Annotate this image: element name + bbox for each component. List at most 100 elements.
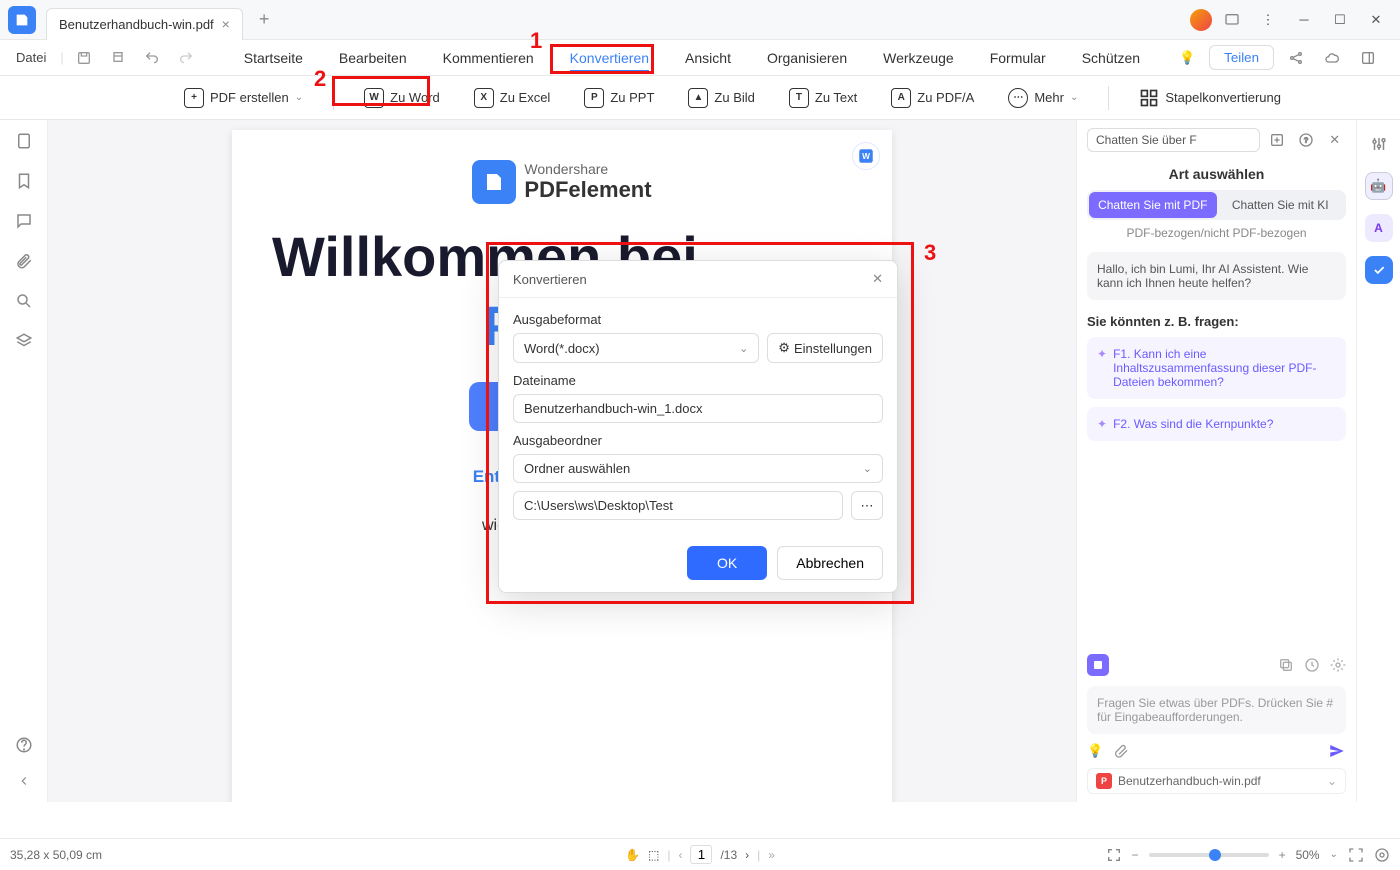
sparkle-icon: ✦	[1097, 417, 1107, 431]
sliders-icon[interactable]	[1365, 130, 1393, 158]
create-pdf-button[interactable]: + PDF erstellen ⌄	[176, 84, 311, 112]
browse-button[interactable]: ⋯	[851, 491, 883, 520]
pdfelement-logo-icon	[472, 160, 516, 204]
close-window-icon[interactable]: ✕	[1360, 4, 1392, 36]
word-badge-icon: W	[852, 142, 880, 170]
ai-input[interactable]: Fragen Sie etwas über PDFs. Drücken Sie …	[1087, 686, 1346, 734]
menu-protect[interactable]: Schützen	[1064, 44, 1158, 72]
feedback-icon[interactable]	[1216, 4, 1248, 36]
chat-ai-tab[interactable]: Chatten Sie mit KI	[1217, 192, 1345, 218]
close-panel-icon[interactable]: ✕	[1323, 128, 1346, 152]
menu-edit[interactable]: Bearbeiten	[321, 44, 425, 72]
collapse-sidebar-icon[interactable]	[13, 770, 35, 792]
cancel-button[interactable]: Abbrechen	[777, 546, 883, 580]
menu-home[interactable]: Startseite	[226, 44, 321, 72]
new-chat-icon[interactable]	[1266, 128, 1289, 152]
maximize-icon[interactable]: ☐	[1324, 4, 1356, 36]
ai-header-input[interactable]	[1087, 128, 1260, 152]
comments-icon[interactable]	[13, 210, 35, 232]
thumbnails-icon[interactable]	[13, 130, 35, 152]
hint-icon[interactable]: 💡	[1087, 743, 1103, 759]
print-icon[interactable]	[104, 44, 132, 72]
ai-help-icon[interactable]: ?	[1295, 128, 1318, 152]
page-number-input[interactable]	[690, 845, 712, 864]
ai-mode-tabs: Chatten Sie mit PDF Chatten Sie mit KI	[1087, 190, 1346, 220]
share-link-icon[interactable]	[1282, 44, 1310, 72]
ai-suggestion-1[interactable]: ✦F1. Kann ich eine Inhaltszusammenfassun…	[1087, 337, 1346, 399]
batch-convert-button[interactable]: Stapelkonvertierung	[1131, 84, 1289, 112]
menu-organize[interactable]: Organisieren	[749, 44, 865, 72]
document-tab[interactable]: Benutzerhandbuch-win.pdf ×	[46, 8, 243, 40]
dialog-close-icon[interactable]: ✕	[872, 271, 883, 287]
next-page-icon[interactable]: ›	[745, 848, 749, 862]
bookmarks-icon[interactable]	[13, 170, 35, 192]
to-image-button[interactable]: ▲ Zu Bild	[680, 84, 762, 112]
save-icon[interactable]	[70, 44, 98, 72]
add-tab-button[interactable]: +	[251, 5, 278, 34]
folder-path-input[interactable]	[513, 491, 843, 520]
select-tool-icon[interactable]: ⬚	[648, 848, 659, 862]
minimize-icon[interactable]: ─	[1288, 4, 1320, 36]
fit-page-icon[interactable]	[1106, 847, 1122, 863]
hand-tool-icon[interactable]: ✋	[625, 848, 640, 862]
cloud-icon[interactable]	[1318, 44, 1346, 72]
menu-form[interactable]: Formular	[972, 44, 1064, 72]
ai-history-icon[interactable]	[1304, 657, 1320, 673]
menu-view[interactable]: Ansicht	[667, 44, 749, 72]
undo-icon[interactable]	[138, 44, 166, 72]
send-icon[interactable]	[1328, 742, 1346, 760]
menu-comment[interactable]: Kommentieren	[425, 44, 552, 72]
to-excel-button[interactable]: X Zu Excel	[466, 84, 559, 112]
to-ppt-button[interactable]: P Zu PPT	[576, 84, 662, 112]
kebab-menu-icon[interactable]: ⋮	[1252, 4, 1284, 36]
user-avatar[interactable]	[1190, 9, 1212, 31]
zoom-in-icon[interactable]: +	[1279, 848, 1286, 862]
to-pdfa-button[interactable]: A Zu PDF/A	[883, 84, 982, 112]
chevron-down-icon: ⌄	[1327, 774, 1337, 788]
attachments-icon[interactable]	[13, 250, 35, 272]
to-text-button[interactable]: T Zu Text	[781, 84, 865, 112]
ai-robot-icon[interactable]: 🤖	[1365, 172, 1393, 200]
image-icon: ▲	[688, 88, 708, 108]
redo-icon[interactable]	[172, 44, 200, 72]
ok-button[interactable]: OK	[687, 546, 767, 580]
check-icon[interactable]	[1365, 256, 1393, 284]
attach-icon[interactable]	[1113, 743, 1129, 759]
more-button[interactable]: ⋯ Mehr ⌄	[1000, 84, 1086, 112]
file-menu[interactable]: Datei	[8, 46, 54, 69]
last-page-icon[interactable]: »	[768, 848, 775, 862]
chevron-down-icon[interactable]: ⌄	[1330, 849, 1338, 860]
filename-input[interactable]	[513, 394, 883, 423]
settings-button[interactable]: ⚙ Einstellungen	[767, 333, 883, 363]
help-icon[interactable]	[13, 734, 35, 756]
ai-suggest-title: Sie könnten z. B. fragen:	[1087, 314, 1346, 329]
translate-icon[interactable]: A	[1365, 214, 1393, 242]
zoom-value[interactable]: 50%	[1296, 848, 1320, 862]
format-select[interactable]: Word(*.docx)⌄	[513, 333, 759, 363]
ai-suggestion-2[interactable]: ✦F2. Was sind die Kernpunkte?	[1087, 407, 1346, 441]
right-rail: 🤖 A	[1356, 120, 1400, 802]
ai-file-context[interactable]: P Benutzerhandbuch-win.pdf ⌄	[1087, 768, 1346, 794]
menu-tools[interactable]: Werkzeuge	[865, 44, 972, 72]
ai-chip-icon[interactable]	[1087, 654, 1109, 676]
ai-settings-icon[interactable]	[1330, 657, 1346, 673]
chevron-down-icon: ⌄	[1070, 92, 1078, 103]
zoom-slider[interactable]	[1149, 853, 1269, 857]
share-button[interactable]: Teilen	[1209, 45, 1274, 70]
ai-copy-icon[interactable]	[1278, 657, 1294, 673]
menu-convert[interactable]: Konvertieren	[552, 44, 667, 72]
zoom-out-icon[interactable]: −	[1132, 848, 1139, 862]
to-word-button[interactable]: W Zu Word	[356, 84, 448, 112]
fullscreen-icon[interactable]	[1348, 847, 1364, 863]
folder-select[interactable]: Ordner auswählen⌄	[513, 454, 883, 483]
lightbulb-icon[interactable]: 💡	[1173, 44, 1201, 72]
prev-page-icon[interactable]: ‹	[678, 848, 682, 862]
close-tab-icon[interactable]: ×	[222, 16, 230, 32]
read-mode-icon[interactable]	[1374, 847, 1390, 863]
brand-line1: Wondershare	[524, 161, 651, 177]
panel-toggle-icon[interactable]	[1354, 44, 1382, 72]
svg-text:?: ?	[1304, 136, 1308, 145]
chat-pdf-tab[interactable]: Chatten Sie mit PDF	[1089, 192, 1217, 218]
search-icon[interactable]	[13, 290, 35, 312]
layers-icon[interactable]	[13, 330, 35, 352]
